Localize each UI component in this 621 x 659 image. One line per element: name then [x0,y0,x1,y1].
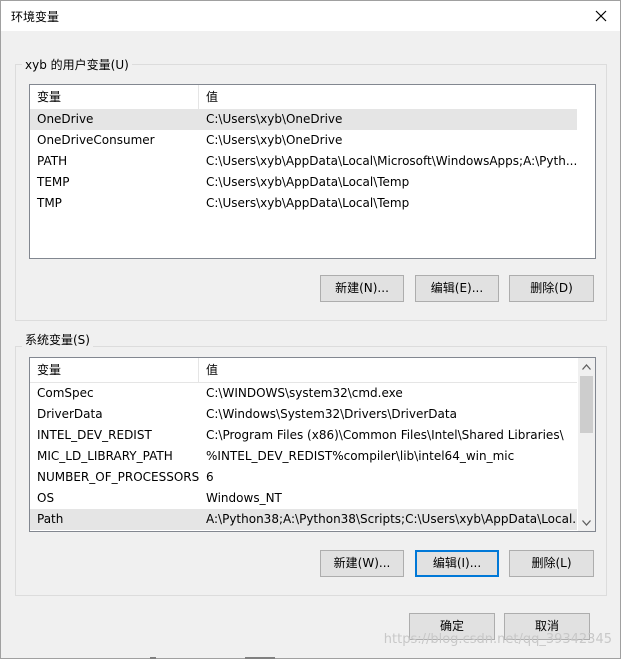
table-row[interactable]: Path A:\Python38;A:\Python38\Scripts;C:\… [30,509,577,530]
user-edit-button[interactable]: 编辑(E)... [415,275,499,302]
list-header: 变量 值 [30,85,577,110]
user-variables-list[interactable]: 变量 值 OneDrive C:\Users\xyb\OneDrive OneD… [29,84,596,259]
variable-name: TEMP [37,175,70,189]
variable-value: %INTEL_DEV_REDIST%compiler\lib\intel64_w… [206,449,515,463]
system-new-button[interactable]: 新建(W)... [320,550,404,577]
table-row[interactable]: INTEL_DEV_REDIST C:\Program Files (x86)\… [30,425,577,446]
variable-name: Path [37,512,64,526]
table-row[interactable]: PATH C:\Users\xyb\AppData\Local\Microsof… [30,151,577,172]
table-row[interactable]: TEMP C:\Users\xyb\AppData\Local\Temp [30,172,577,193]
title-bar: 环境变量 [1,1,620,31]
column-header-name[interactable]: 变量 [30,358,199,382]
variable-name: PATH [37,154,68,168]
user-delete-button[interactable]: 删除(D) [509,275,594,302]
variable-value: 6 [206,470,214,484]
chevron-up-icon [582,363,591,370]
scrollbar-thumb[interactable] [580,376,593,433]
table-row[interactable]: ComSpec C:\WINDOWS\system32\cmd.exe [30,383,577,404]
column-header-value[interactable]: 值 [199,85,218,109]
variable-name: OneDriveConsumer [37,133,155,147]
variable-value: C:\Users\xyb\OneDrive [206,133,343,147]
environment-variables-dialog: 环境变量 xyb 的用户变量(U) 变量 值 OneDrive C:\Users… [0,0,621,659]
window-title: 环境变量 [11,10,60,24]
system-delete-button[interactable]: 删除(L) [509,550,594,577]
variable-name: DriverData [37,407,103,421]
variable-name: ComSpec [37,386,94,400]
column-header-value[interactable]: 值 [199,358,218,382]
variable-value: C:\Users\xyb\AppData\Local\Microsoft\Win… [205,154,577,168]
variable-value: C:\Program Files (x86)\Common Files\Inte… [206,428,564,442]
table-row[interactable]: OneDriveConsumer C:\Users\xyb\OneDrive [30,130,577,151]
system-edit-button[interactable]: 编辑(I)... [415,550,499,577]
variable-value: Windows_NT [206,491,282,505]
system-variables-label: 系统变量(S) [22,331,93,348]
variable-value: C:\Users\xyb\OneDrive [206,112,343,126]
variable-name: INTEL_DEV_REDIST [37,428,152,442]
scroll-up-button[interactable] [578,358,595,375]
watermark: https://blog.csdn.net/qq_39342345 [383,632,612,647]
table-row[interactable]: NUMBER_OF_PROCESSORS 6 [30,467,577,488]
close-icon [595,10,607,22]
table-row[interactable]: OS Windows_NT [30,488,577,509]
chevron-down-icon [582,519,591,526]
table-row[interactable]: DriverData C:\Windows\System32\Drivers\D… [30,404,577,425]
table-row[interactable]: MIC_LD_LIBRARY_PATH %INTEL_DEV_REDIST%co… [30,446,577,467]
variable-name: OneDrive [37,112,94,126]
variable-value: C:\Windows\System32\Drivers\DriverData [206,407,457,421]
variable-name: MIC_LD_LIBRARY_PATH [37,449,173,463]
variable-value: C:\Users\xyb\AppData\Local\Temp [206,196,410,210]
variable-name: NUMBER_OF_PROCESSORS [37,470,199,484]
table-row[interactable]: TMP C:\Users\xyb\AppData\Local\Temp [30,193,577,214]
variable-value: A:\Python38;A:\Python38\Scripts;C:\Users… [206,512,577,526]
vertical-scrollbar[interactable] [578,358,595,531]
variable-value: C:\Users\xyb\AppData\Local\Temp [206,175,410,189]
variable-name: TMP [37,196,62,210]
variable-value: C:\WINDOWS\system32\cmd.exe [206,386,403,400]
list-header: 变量 值 [30,358,577,383]
system-variables-list[interactable]: 变量 值 ComSpec C:\WINDOWS\system32\cmd.exe… [29,357,596,532]
column-header-name[interactable]: 变量 [30,85,199,109]
user-variables-label: xyb 的用户变量(U) [22,56,132,73]
variable-name: OS [37,491,55,505]
user-new-button[interactable]: 新建(N)... [320,275,404,302]
table-row[interactable]: OneDrive C:\Users\xyb\OneDrive [30,109,577,130]
close-button[interactable] [590,5,612,27]
scroll-down-button[interactable] [578,514,595,531]
